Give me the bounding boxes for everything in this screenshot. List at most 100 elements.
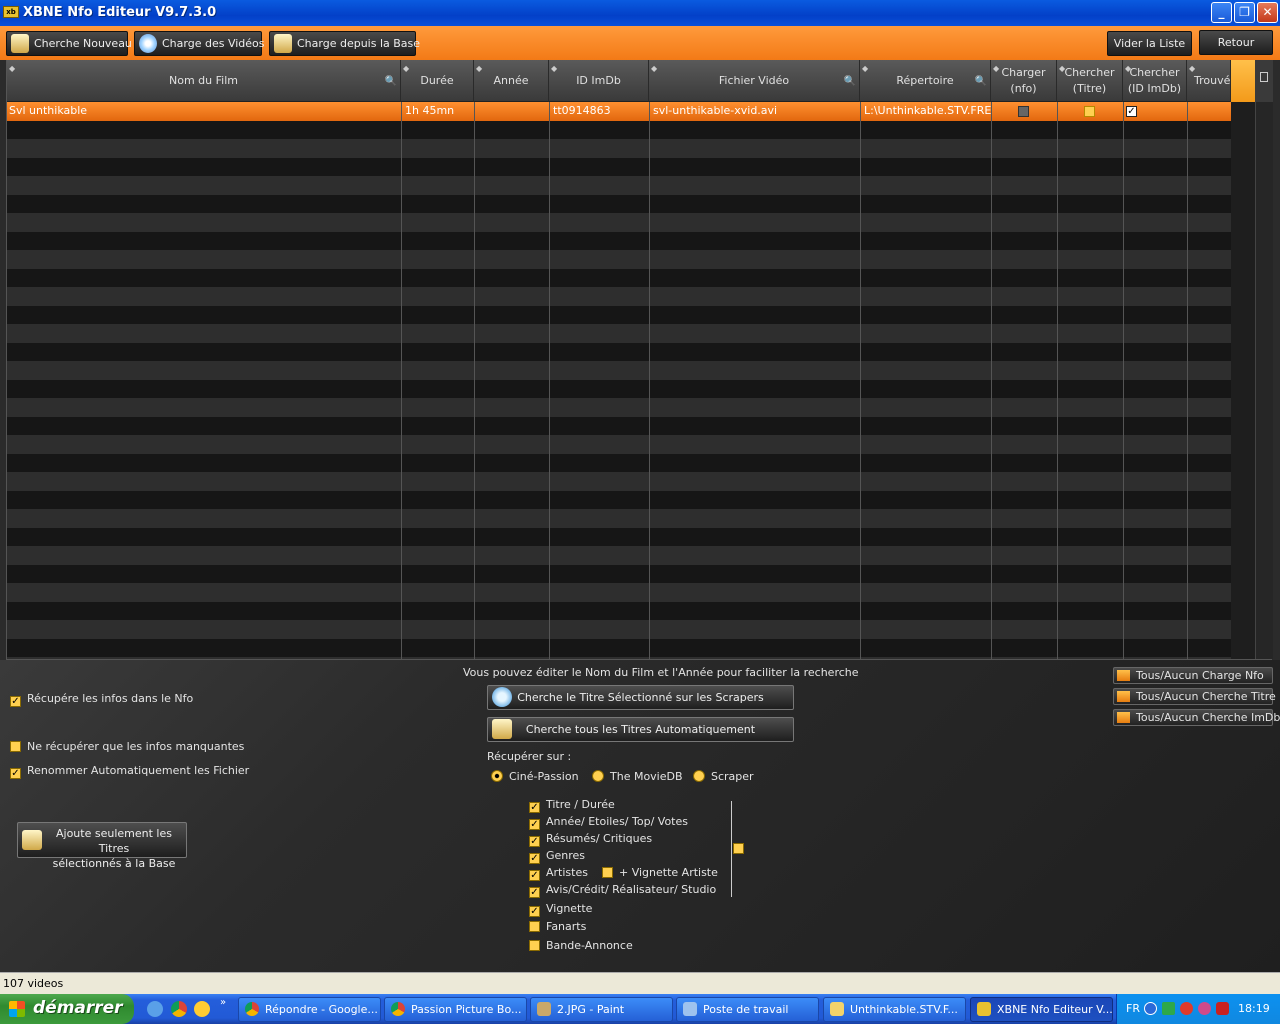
empty-row bbox=[7, 416, 1231, 435]
col-search-imdb[interactable]: ◆ Chercher (ID ImDb) bbox=[1123, 60, 1187, 102]
clear-list-button[interactable]: Vider la Liste bbox=[1107, 31, 1192, 56]
field-genres[interactable]: ✓ Genres bbox=[529, 849, 585, 864]
toggle-all-nfo-button[interactable]: Tous/Aucun Charge Nfo bbox=[1113, 667, 1273, 684]
close-button[interactable]: ✕ bbox=[1257, 2, 1278, 23]
col-duration[interactable]: ◆ Durée bbox=[401, 60, 474, 102]
field-year-stars[interactable]: ✓ Année/ Etoiles/ Top/ Votes bbox=[529, 815, 688, 830]
start-button[interactable]: démarrer bbox=[0, 994, 134, 1024]
checkbox-unchecked[interactable] bbox=[529, 921, 540, 932]
checkbox-checked[interactable]: ✓ bbox=[10, 768, 21, 779]
load-videos-button[interactable]: Charge des Vidéos bbox=[134, 31, 265, 56]
col-search-title[interactable]: ◆ Chercher (Titre) bbox=[1057, 60, 1123, 102]
col-found[interactable]: ◆ Trouvé bbox=[1187, 60, 1231, 102]
col-film-name[interactable]: ◆ Nom du Film 🔍 bbox=[7, 60, 401, 102]
col-year[interactable]: ◆ Année bbox=[474, 60, 549, 102]
video-grid[interactable]: ◆ Nom du Film 🔍 ◆ Durée ◆ Année ◆ ID ImD… bbox=[6, 60, 1273, 660]
checkbox-checked[interactable]: ✓ bbox=[10, 696, 21, 707]
checkbox-unchecked[interactable] bbox=[529, 940, 540, 951]
network-icon[interactable] bbox=[1198, 1002, 1211, 1015]
radio-unselected[interactable] bbox=[693, 770, 705, 782]
search-title-checkbox[interactable] bbox=[1084, 106, 1095, 117]
radio-selected[interactable] bbox=[491, 770, 503, 782]
taskbar-item[interactable]: Poste de travail bbox=[676, 997, 819, 1022]
cell-duration[interactable]: 1h 45mn bbox=[403, 102, 474, 120]
cell-year[interactable] bbox=[476, 102, 549, 120]
field-fanarts[interactable]: Fanarts bbox=[529, 920, 586, 933]
search-icon[interactable]: 🔍 bbox=[385, 74, 397, 90]
toggle-all-title-label: Tous/Aucun Cherche Titre bbox=[1136, 690, 1276, 703]
language-indicator[interactable]: FR bbox=[1126, 1002, 1140, 1015]
only-missing-option[interactable]: Ne récupérer que les infos manquantes bbox=[10, 740, 244, 753]
col-load-nfo[interactable]: ◆ Charger (nfo) bbox=[991, 60, 1057, 102]
toggle-all-imdb-button[interactable]: Tous/Aucun Cherche ImDb bbox=[1113, 709, 1280, 726]
checkbox-checked[interactable]: ✓ bbox=[529, 819, 540, 830]
load-nfo-checkbox[interactable] bbox=[1018, 106, 1029, 117]
radio-unselected[interactable] bbox=[592, 770, 604, 782]
trash-icon[interactable] bbox=[1255, 60, 1273, 102]
search-all-button[interactable]: Cherche tous les Titres Automatiquement bbox=[487, 717, 794, 742]
checkbox-unchecked[interactable] bbox=[602, 867, 613, 878]
clock: 18:19 bbox=[1238, 1002, 1270, 1015]
checkbox-unchecked[interactable] bbox=[733, 843, 744, 854]
field-trailer[interactable]: Bande-Annonce bbox=[529, 939, 633, 952]
column-divider bbox=[549, 102, 550, 659]
checkbox-unchecked[interactable] bbox=[10, 741, 21, 752]
chrome-icon[interactable] bbox=[171, 1001, 187, 1017]
search-imdb-checkbox[interactable]: ✓ bbox=[1126, 106, 1137, 117]
table-row[interactable]: Svl unthikable 1h 45mn tt0914863 svl-unt… bbox=[7, 102, 1231, 121]
toggle-all-fields[interactable] bbox=[733, 842, 750, 855]
cell-film-name[interactable]: Svl unthikable bbox=[7, 102, 401, 120]
checkbox-checked[interactable]: ✓ bbox=[529, 887, 540, 898]
source-moviedb[interactable]: The MovieDB bbox=[592, 770, 683, 783]
load-from-base-button[interactable]: Charge depuis la Base bbox=[269, 31, 420, 56]
ie-icon[interactable] bbox=[147, 1001, 163, 1017]
col-imdb-id[interactable]: ◆ ID ImDb bbox=[549, 60, 649, 102]
minimize-button[interactable]: _ bbox=[1211, 2, 1232, 23]
shield-icon[interactable] bbox=[1216, 1002, 1229, 1015]
empty-row bbox=[7, 250, 1231, 269]
maximize-button[interactable]: ❐ bbox=[1234, 2, 1255, 23]
vertical-scrollbar[interactable] bbox=[1255, 102, 1273, 659]
fetch-nfo-option[interactable]: ✓ Récupére les infos dans le Nfo bbox=[10, 692, 193, 707]
hint-text: Vous pouvez éditer le Nom du Film et l'A… bbox=[463, 666, 859, 679]
search-selected-button[interactable]: Cherche le Titre Sélectionné sur les Scr… bbox=[487, 685, 794, 710]
source-scraper[interactable]: Scraper bbox=[693, 770, 754, 783]
cell-directory[interactable]: L:\Unthinkable.STV.FREN bbox=[862, 102, 991, 120]
checkbox-checked[interactable]: ✓ bbox=[529, 870, 540, 881]
auto-rename-option[interactable]: ✓ Renommer Automatiquement les Fichier bbox=[10, 764, 249, 779]
taskbar-item-active[interactable]: XBNE Nfo Editeur V... bbox=[970, 997, 1113, 1022]
cell-imdb-id[interactable]: tt0914863 bbox=[551, 102, 649, 120]
col-video-file[interactable]: ◆ Fichier Vidéo 🔍 bbox=[649, 60, 860, 102]
search-icon[interactable]: 🔍 bbox=[975, 74, 987, 90]
add-selected-to-base-button[interactable]: Ajoute seulement les Titres sélectionnés… bbox=[17, 822, 187, 870]
taskbar-item[interactable]: Unthinkable.STV.F... bbox=[823, 997, 966, 1022]
checkbox-checked[interactable]: ✓ bbox=[529, 906, 540, 917]
empty-row bbox=[7, 194, 1231, 213]
back-arrow-icon[interactable] bbox=[1144, 1002, 1157, 1015]
field-thumbnail[interactable]: ✓ Vignette bbox=[529, 902, 592, 917]
media-player-icon[interactable] bbox=[194, 1001, 210, 1017]
chevron-right-icon[interactable]: » bbox=[220, 997, 226, 1008]
taskbar-item[interactable]: 2.JPG - Paint bbox=[530, 997, 673, 1022]
sort-icon: ◆ bbox=[1125, 64, 1132, 73]
column-chooser[interactable] bbox=[1231, 60, 1255, 102]
field-title-duration[interactable]: ✓ Titre / Durée bbox=[529, 798, 615, 813]
checkbox-checked[interactable]: ✓ bbox=[529, 853, 540, 864]
taskbar-item[interactable]: Passion Picture Bo... bbox=[384, 997, 527, 1022]
field-artist-thumb[interactable]: + Vignette Artiste bbox=[602, 866, 718, 879]
antivirus-icon[interactable] bbox=[1180, 1002, 1193, 1015]
back-button[interactable]: Retour bbox=[1199, 30, 1273, 55]
toggle-all-title-button[interactable]: Tous/Aucun Cherche Titre bbox=[1113, 688, 1276, 705]
cell-video-file[interactable]: svl-unthikable-xvid.avi bbox=[651, 102, 860, 120]
search-new-button[interactable]: Cherche Nouveau bbox=[6, 31, 132, 56]
taskbar-item[interactable]: Répondre - Google... bbox=[238, 997, 381, 1022]
field-credits[interactable]: ✓ Avis/Crédit/ Réalisateur/ Studio bbox=[529, 883, 716, 898]
checkbox-checked[interactable]: ✓ bbox=[529, 802, 540, 813]
col-directory[interactable]: ◆ Répertoire 🔍 bbox=[860, 60, 991, 102]
source-cine-passion[interactable]: Ciné-Passion bbox=[491, 770, 579, 783]
checkbox-checked[interactable]: ✓ bbox=[529, 836, 540, 847]
field-artists[interactable]: ✓ Artistes bbox=[529, 866, 588, 881]
field-summaries[interactable]: ✓ Résumés/ Critiques bbox=[529, 832, 652, 847]
search-icon[interactable]: 🔍 bbox=[844, 74, 856, 90]
app-tray-icon[interactable] bbox=[1162, 1002, 1175, 1015]
